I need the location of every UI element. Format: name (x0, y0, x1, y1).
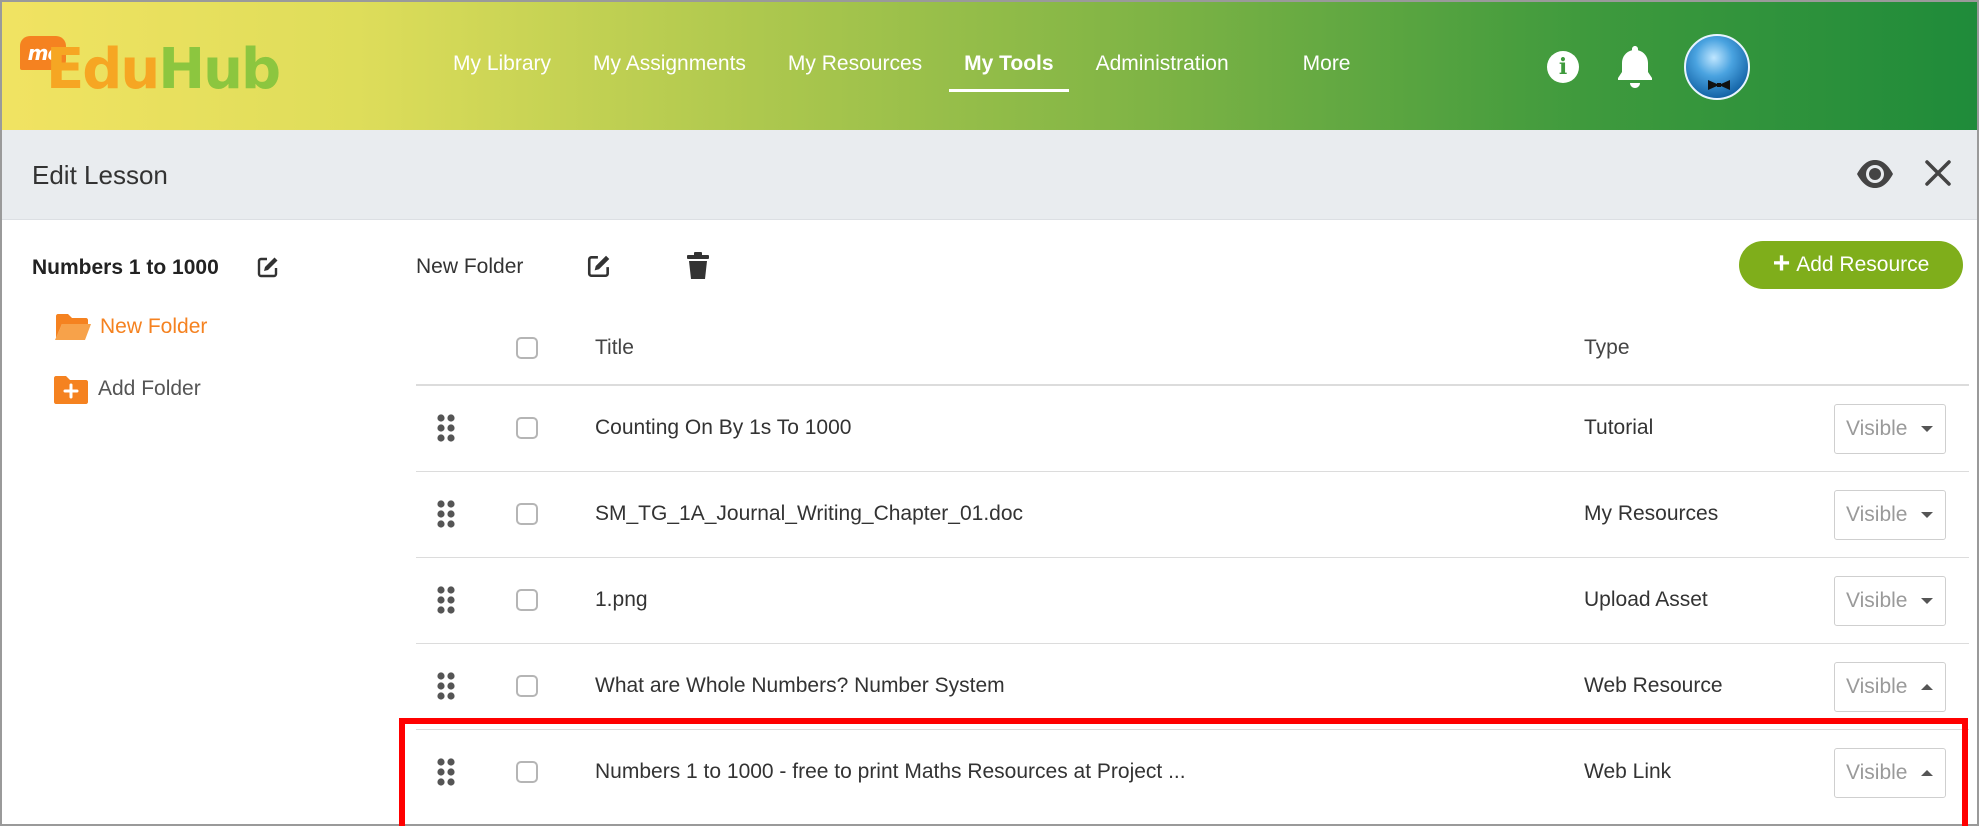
select-all-checkbox[interactable] (516, 337, 538, 359)
eye-icon[interactable] (1855, 154, 1895, 194)
resource-table: Title Type Counting On By 1s To 1000 Tut… (416, 312, 1969, 816)
eduhub-logo[interactable]: mc EduHub (20, 32, 281, 102)
lesson-title: Numbers 1 to 1000 (32, 256, 219, 279)
resource-type: My Resources (1584, 502, 1719, 525)
resource-title[interactable]: Counting On By 1s To 1000 (595, 416, 851, 440)
nav-my-library[interactable]: My Library (432, 2, 572, 126)
logo-text: EduHub (46, 37, 281, 102)
folder-plus-icon (54, 376, 88, 404)
nav-administration[interactable]: Administration (1075, 2, 1250, 126)
resource-title[interactable]: Numbers 1 to 1000 - free to print Maths … (595, 760, 1186, 784)
column-header-type: Type (1584, 336, 1630, 359)
column-header-title: Title (595, 336, 634, 359)
resource-title[interactable]: What are Whole Numbers? Number System (595, 674, 1005, 698)
close-icon[interactable] (1923, 158, 1953, 188)
bell-icon[interactable] (1613, 42, 1657, 90)
drag-handle-icon[interactable] (436, 671, 456, 701)
edit-icon[interactable] (256, 255, 280, 279)
edit-lesson-header: Edit Lesson (2, 130, 1977, 220)
caret-up-icon (1921, 684, 1933, 690)
caret-down-icon (1921, 512, 1933, 518)
folder-open-icon (55, 314, 91, 340)
drag-handle-icon[interactable] (436, 499, 456, 529)
row-checkbox[interactable] (516, 417, 538, 439)
nav-more[interactable]: More (1282, 2, 1372, 126)
drag-handle-icon[interactable] (436, 413, 456, 443)
caret-up-icon (1921, 770, 1933, 776)
visibility-select[interactable]: Visible (1834, 662, 1946, 712)
sidebar-folder-new-folder[interactable]: New Folder (54, 312, 207, 342)
table-row: SM_TG_1A_Journal_Writing_Chapter_01.doc … (416, 472, 1969, 558)
row-checkbox[interactable] (516, 761, 538, 783)
add-folder-label: Add Folder (98, 377, 201, 400)
resource-type: Web Resource (1584, 674, 1723, 697)
table-row: What are Whole Numbers? Number System We… (416, 644, 1969, 730)
current-folder-name: New Folder (416, 255, 524, 278)
bowtie-icon (1708, 80, 1730, 90)
page-title: Edit Lesson (32, 160, 168, 190)
folder-label: New Folder (100, 315, 208, 338)
trash-icon[interactable] (686, 252, 710, 280)
visibility-value: Visible (1846, 417, 1908, 440)
visibility-value: Visible (1846, 675, 1908, 698)
add-resource-button[interactable]: + Add Resource (1739, 241, 1963, 289)
table-row: Numbers 1 to 1000 - free to print Maths … (416, 730, 1969, 816)
nav-my-tools[interactable]: My Tools (943, 2, 1074, 126)
visibility-value: Visible (1846, 589, 1908, 612)
visibility-select[interactable]: Visible (1834, 576, 1946, 626)
table-row: 1.png Upload Asset Visible (416, 558, 1969, 644)
visibility-select[interactable]: Visible (1834, 490, 1946, 540)
resource-type: Upload Asset (1584, 588, 1708, 611)
resource-type: Tutorial (1584, 416, 1654, 439)
edit-folder-icon[interactable] (586, 253, 612, 279)
table-header: Title Type (416, 312, 1969, 386)
plus-icon: + (1772, 246, 1791, 280)
visibility-select[interactable]: Visible (1834, 748, 1946, 798)
top-nav-bar: mc EduHub My Library My Assignments My R… (2, 2, 1977, 130)
drag-handle-icon[interactable] (436, 757, 456, 787)
drag-handle-icon[interactable] (436, 585, 456, 615)
visibility-select[interactable]: Visible (1834, 404, 1946, 454)
nav-my-resources[interactable]: My Resources (767, 2, 943, 126)
row-checkbox[interactable] (516, 589, 538, 611)
caret-down-icon (1921, 426, 1933, 432)
avatar[interactable] (1684, 34, 1750, 100)
info-icon[interactable]: i (1547, 51, 1579, 83)
main-nav: My Library My Assignments My Resources M… (432, 2, 1372, 130)
nav-my-assignments[interactable]: My Assignments (572, 2, 767, 126)
visibility-value: Visible (1846, 503, 1908, 526)
visibility-value: Visible (1846, 761, 1908, 784)
resource-title[interactable]: SM_TG_1A_Journal_Writing_Chapter_01.doc (595, 502, 1023, 526)
row-checkbox[interactable] (516, 675, 538, 697)
resource-title[interactable]: 1.png (595, 588, 648, 612)
caret-down-icon (1921, 598, 1933, 604)
add-folder-button[interactable]: Add Folder (54, 374, 201, 404)
row-checkbox[interactable] (516, 503, 538, 525)
add-resource-label: Add Resource (1796, 253, 1930, 276)
table-row: Counting On By 1s To 1000 Tutorial Visib… (416, 386, 1969, 472)
resource-type: Web Link (1584, 760, 1672, 783)
